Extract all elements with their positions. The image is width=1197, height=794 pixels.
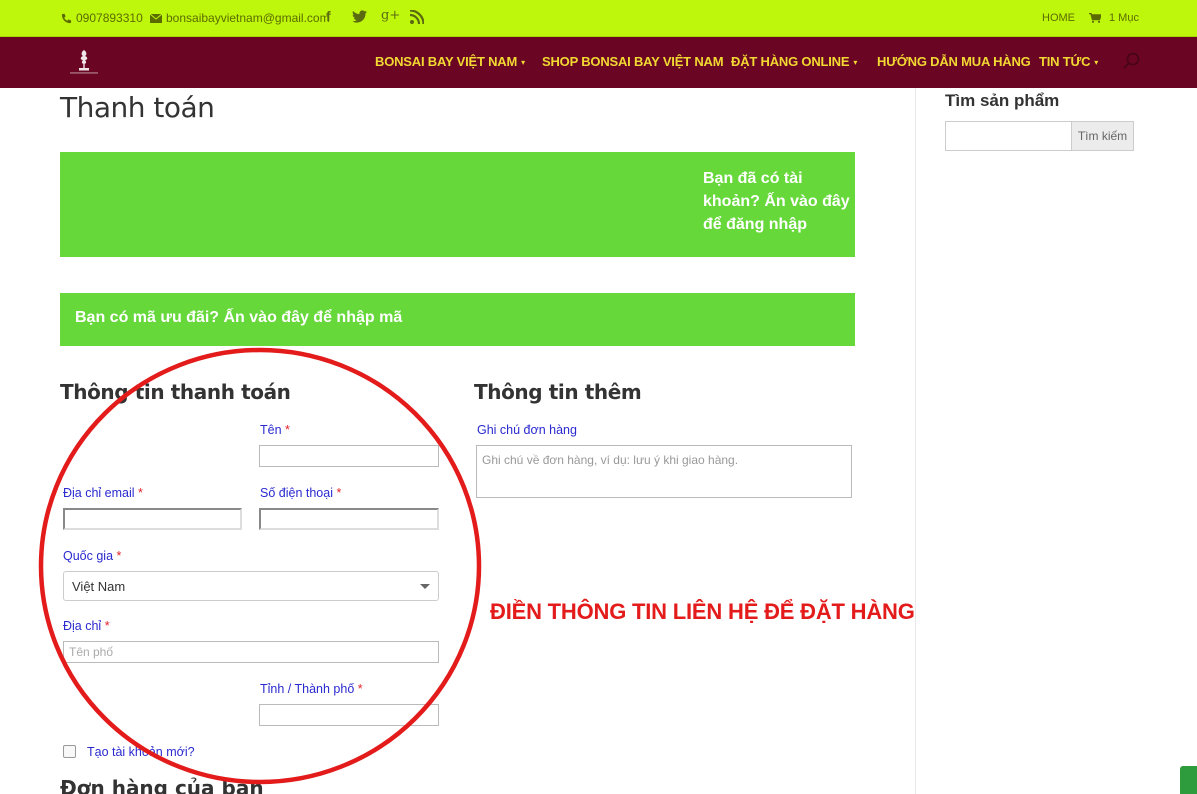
main-nav: BONSAI BAY VIỆT NAM ▾ SHOP BONSAI BAY VIỆ…: [0, 37, 1197, 88]
chevron-down-icon: ▾: [1094, 58, 1099, 68]
phone-number: 0907893310: [76, 11, 143, 25]
chat-widget-tab[interactable]: [1180, 766, 1197, 794]
phone-input[interactable]: [259, 508, 439, 530]
create-account-checkbox[interactable]: [63, 745, 76, 758]
google-plus-icon[interactable]: g+: [381, 8, 400, 23]
country-label: Quốc gia *: [63, 549, 122, 563]
nav-item-shop[interactable]: SHOP BONSAI BAY VIỆT NAM: [542, 54, 724, 69]
sidebar-search-button[interactable]: Tìm kiếm: [1071, 121, 1134, 151]
coupon-notice[interactable]: Bạn có mã ưu đãi? Ấn vào đây để nhập mã: [60, 293, 855, 346]
chevron-down-icon: ▾: [853, 58, 858, 68]
annotation-text: ĐIỀN THÔNG TIN LIÊN HỆ ĐỂ ĐẶT HÀNG: [490, 599, 915, 624]
order-notes-placeholder: Ghi chú về đơn hàng, ví dụ: lưu ý khi gi…: [482, 453, 739, 467]
address-label: Địa chỉ *: [63, 619, 110, 633]
email-label: Địa chỉ email *: [63, 486, 143, 500]
order-notes-textarea[interactable]: Ghi chú về đơn hàng, ví dụ: lưu ý khi gi…: [476, 445, 852, 498]
create-account-label[interactable]: Tạo tài khoản mới?: [87, 745, 195, 759]
nav-item-dat-hang-online[interactable]: ĐẶT HÀNG ONLINE ▾: [731, 54, 857, 69]
coupon-notice-text[interactable]: Bạn có mã ưu đãi? Ấn vào đây để nhập mã: [75, 309, 402, 327]
city-input[interactable]: [259, 704, 439, 726]
site-logo[interactable]: [66, 47, 102, 75]
dropdown-arrow-icon: [420, 584, 430, 589]
home-link[interactable]: HOME: [1042, 12, 1075, 24]
facebook-icon[interactable]: f: [326, 8, 331, 24]
login-notice[interactable]: Bạn đã có tài khoản? Ấn vào đây để đăng …: [60, 152, 855, 257]
phone-label: Số điện thoại *: [260, 486, 342, 500]
sidebar-search-input[interactable]: [945, 121, 1072, 151]
phone-contact[interactable]: 0907893310: [61, 11, 143, 25]
email-input[interactable]: [63, 508, 242, 530]
sidebar-divider: [915, 88, 916, 794]
page-title: Thanh toán: [60, 91, 215, 124]
phone-icon: [61, 13, 72, 23]
nav-item-bonsai-bay-viet-nam[interactable]: BONSAI BAY VIỆT NAM ▾: [375, 54, 525, 69]
sidebar-search-heading: Tìm sản phẩm: [945, 91, 1060, 110]
rss-icon[interactable]: [410, 10, 424, 24]
country-select[interactable]: Việt Nam: [63, 571, 439, 601]
cart-link[interactable]: 1 Mục: [1089, 12, 1139, 24]
top-bar: 0907893310 bonsaibayvietnam@gmail.com f …: [0, 0, 1197, 37]
email-address: bonsaibayvietnam@gmail.com: [166, 11, 330, 25]
chevron-down-icon: ▾: [521, 58, 525, 68]
email-contact[interactable]: bonsaibayvietnam@gmail.com: [150, 11, 330, 25]
country-value: Việt Nam: [72, 579, 126, 594]
login-notice-text[interactable]: Bạn đã có tài khoản? Ấn vào đây để đăng …: [703, 167, 853, 236]
cart-icon: [1089, 13, 1101, 23]
address-input[interactable]: Tên phố: [63, 641, 439, 663]
nav-item-tin-tuc[interactable]: TIN TỨC ▾: [1039, 54, 1098, 69]
order-heading: Đơn hàng của bạn: [60, 776, 264, 794]
order-notes-label: Ghi chú đơn hàng: [477, 423, 577, 437]
first-name-label: Tên *: [260, 423, 290, 437]
twitter-icon[interactable]: [352, 10, 367, 23]
cart-count: 1 Mục: [1109, 12, 1139, 24]
city-label: Tỉnh / Thành phố *: [260, 682, 363, 696]
envelope-icon: [150, 13, 162, 23]
additional-info-heading: Thông tin thêm: [474, 380, 642, 404]
address-placeholder: Tên phố: [69, 645, 114, 659]
billing-heading: Thông tin thanh toán: [60, 380, 291, 404]
search-icon[interactable]: [1122, 51, 1142, 71]
first-name-input[interactable]: [259, 445, 439, 467]
nav-item-huong-dan-mua-hang[interactable]: HƯỚNG DẪN MUA HÀNG: [877, 54, 1031, 69]
